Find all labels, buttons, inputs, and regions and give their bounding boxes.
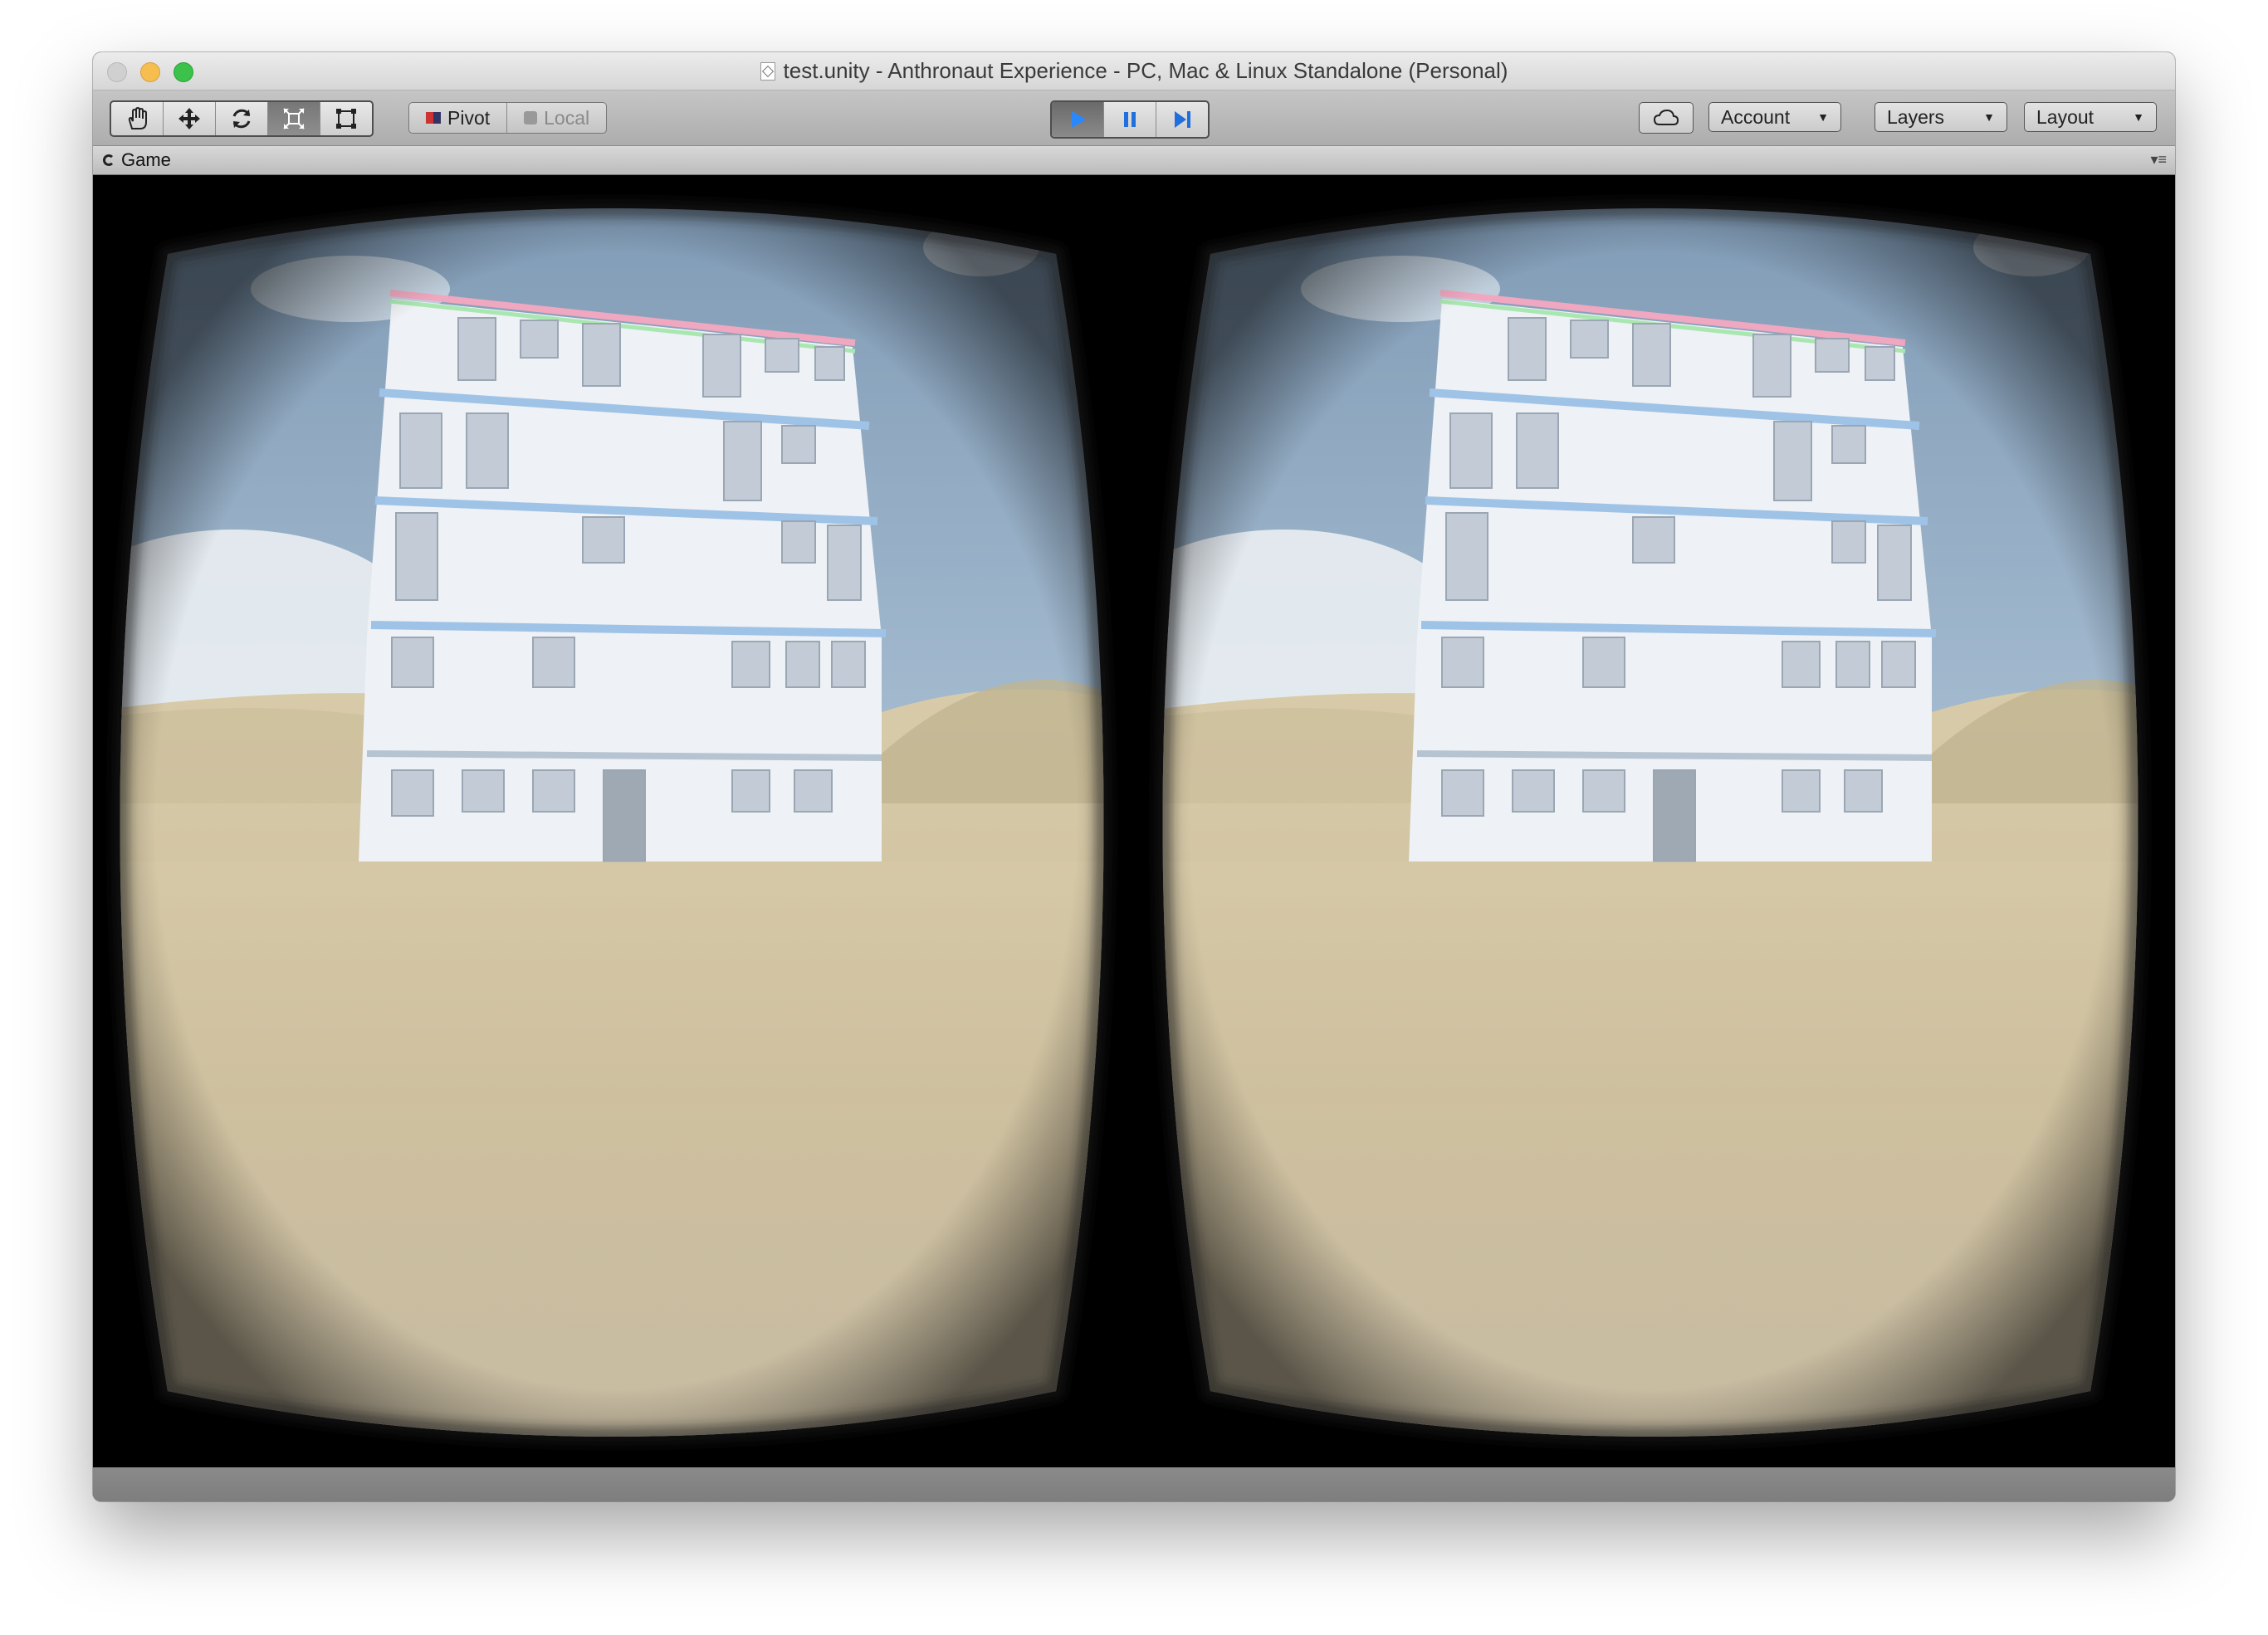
pivot-label: Pivot xyxy=(447,106,491,129)
pivot-button[interactable]: Pivot xyxy=(409,103,508,133)
right-eye-view xyxy=(1162,208,2138,1437)
play-controls xyxy=(1050,100,1210,139)
unity-window: test.unity - Anthronaut Experience - PC,… xyxy=(93,52,2175,1501)
tab-game[interactable]: Game xyxy=(103,146,171,174)
window-title-area: test.unity - Anthronaut Experience - PC,… xyxy=(93,52,2175,90)
game-tab-icon xyxy=(103,154,115,166)
unity-document-icon xyxy=(760,61,775,81)
chevron-down-icon: ▼ xyxy=(2133,110,2144,124)
rotate-tool-button[interactable] xyxy=(216,102,268,135)
step-button[interactable] xyxy=(1156,102,1208,137)
rect-transform-icon xyxy=(336,109,356,129)
chevron-down-icon: ▼ xyxy=(1817,110,1829,124)
layers-dropdown[interactable]: Layers ▼ xyxy=(1875,102,2007,132)
step-icon xyxy=(1175,111,1190,128)
local-cube-icon xyxy=(524,111,538,124)
scale-icon xyxy=(283,108,305,129)
status-bar xyxy=(93,1467,2175,1501)
vr-stereo-render xyxy=(93,175,2175,1467)
rect-tool-button[interactable] xyxy=(320,102,372,135)
game-tab-label: Game xyxy=(121,149,171,170)
cloud-icon xyxy=(1653,109,1679,125)
layout-label: Layout xyxy=(2036,105,2094,128)
window-title: test.unity - Anthronaut Experience - PC,… xyxy=(783,58,1508,83)
account-dropdown[interactable]: Account ▼ xyxy=(1708,102,1841,132)
scale-tool-button[interactable] xyxy=(268,102,320,135)
layers-label: Layers xyxy=(1887,105,1945,128)
hand-tool-button[interactable] xyxy=(111,102,164,135)
cloud-services-button[interactable] xyxy=(1639,102,1694,134)
chevron-down-icon: ▼ xyxy=(1983,110,1995,124)
play-icon xyxy=(1072,111,1086,128)
account-label: Account xyxy=(1721,105,1791,128)
game-view[interactable] xyxy=(93,175,2175,1467)
title-bar: test.unity - Anthronaut Experience - PC,… xyxy=(93,52,2175,90)
left-eye-view xyxy=(120,208,1104,1437)
layout-dropdown[interactable]: Layout ▼ xyxy=(2024,102,2157,132)
local-button[interactable]: Local xyxy=(507,103,606,133)
transform-tools xyxy=(110,100,374,137)
hand-icon xyxy=(128,106,147,129)
pause-button[interactable] xyxy=(1104,102,1156,137)
rotate-icon xyxy=(232,109,251,129)
pause-icon xyxy=(1124,112,1136,127)
local-label: Local xyxy=(544,106,590,129)
play-button[interactable] xyxy=(1052,102,1104,137)
panel-menu-icon[interactable]: ▾≡ xyxy=(2150,151,2167,168)
pivot-local-toggle: Pivot Local xyxy=(408,102,608,134)
move-tool-button[interactable] xyxy=(164,102,216,135)
main-toolbar: Pivot Local Account ▼ Layers ▼ Layout ▼ xyxy=(93,90,2175,146)
pivot-icon xyxy=(426,112,441,124)
panel-tab-bar: Game ▾≡ xyxy=(93,146,2175,175)
move-arrows-icon xyxy=(178,108,200,129)
